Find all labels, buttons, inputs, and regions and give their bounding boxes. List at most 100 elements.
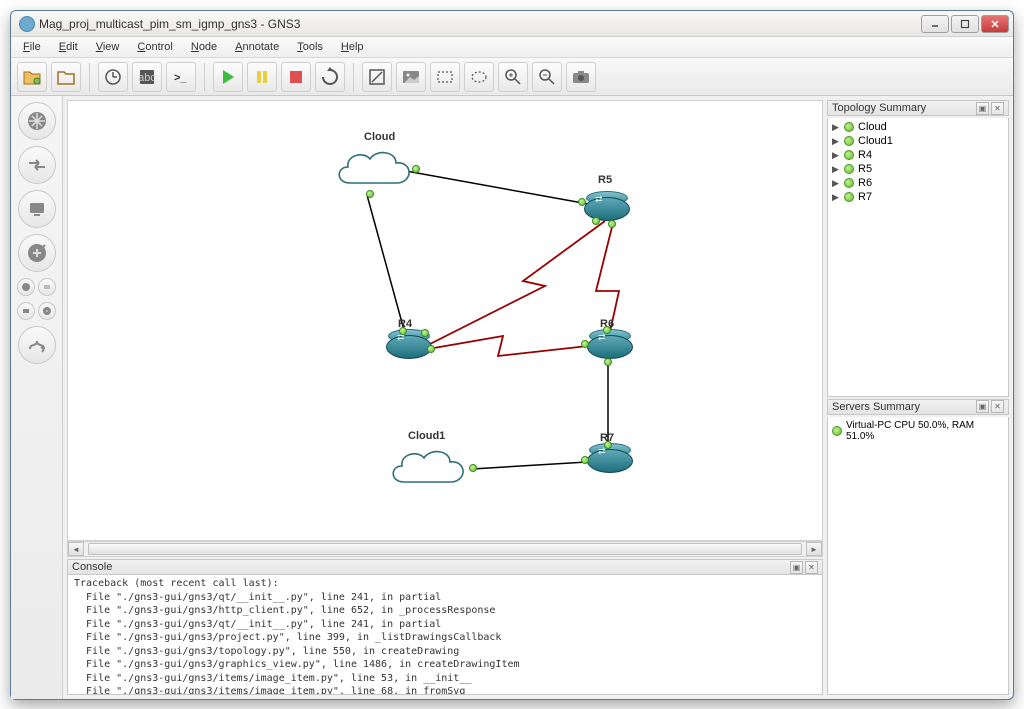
- port[interactable]: [581, 456, 589, 464]
- console-detach-button[interactable]: ▣: [790, 561, 803, 574]
- routers-category-button[interactable]: [18, 102, 56, 140]
- topology-item[interactable]: ▶ Cloud1: [830, 134, 1006, 148]
- node-r7[interactable]: ⇄: [587, 449, 633, 479]
- node-r5[interactable]: ⇄: [584, 197, 630, 227]
- svg-text:abc: abc: [138, 72, 156, 84]
- zoom-in-button[interactable]: [498, 62, 528, 92]
- annotate-ellipse-button[interactable]: [464, 62, 494, 92]
- topology-item-label: Cloud1: [858, 135, 893, 147]
- toolbar-separator: [204, 63, 205, 91]
- port[interactable]: [412, 165, 420, 173]
- console-panel-header[interactable]: Console ▣ ✕: [67, 559, 823, 575]
- port[interactable]: [603, 326, 611, 334]
- port[interactable]: [592, 217, 600, 225]
- toolbar-separator: [353, 63, 354, 91]
- start-all-button[interactable]: [213, 62, 243, 92]
- expand-icon[interactable]: ▶: [832, 136, 840, 147]
- console-output[interactable]: Traceback (most recent call last): File …: [67, 575, 823, 695]
- annotate-image-button[interactable]: [396, 62, 426, 92]
- menu-control[interactable]: Control: [129, 39, 180, 55]
- console-all-button[interactable]: >_: [166, 62, 196, 92]
- zoom-out-button[interactable]: [532, 62, 562, 92]
- console-title: Console: [72, 561, 790, 573]
- topology-close-button[interactable]: ✕: [991, 102, 1004, 115]
- all-devices-button-3[interactable]: [17, 302, 35, 320]
- port[interactable]: [578, 198, 586, 206]
- annotate-rect-button[interactable]: [430, 62, 460, 92]
- console-close-button[interactable]: ✕: [805, 561, 818, 574]
- port[interactable]: [366, 190, 374, 198]
- expand-icon[interactable]: ▶: [832, 178, 840, 189]
- app-window: Mag_proj_multicast_pim_sm_igmp_gns3 - GN…: [10, 10, 1014, 700]
- servers-panel-header[interactable]: Servers Summary ▣ ✕: [827, 399, 1009, 415]
- server-item[interactable]: Virtual-PC CPU 50.0%, RAM 51.0%: [830, 419, 1006, 443]
- topology-detach-button[interactable]: ▣: [976, 102, 989, 115]
- topology-item[interactable]: ▶Cloud: [830, 120, 1006, 134]
- port[interactable]: [608, 220, 616, 228]
- menubar: File Edit View Control Node Annotate Too…: [11, 37, 1013, 58]
- reload-all-button[interactable]: [315, 62, 345, 92]
- annotate-note-button[interactable]: [362, 62, 392, 92]
- menu-annotate[interactable]: Annotate: [227, 39, 287, 55]
- show-interfaces-button[interactable]: abc: [132, 62, 162, 92]
- menu-edit[interactable]: Edit: [51, 39, 86, 55]
- stop-all-button[interactable]: [281, 62, 311, 92]
- open-project-button[interactable]: [51, 62, 81, 92]
- maximize-button[interactable]: [951, 15, 979, 33]
- node-cloud[interactable]: [330, 145, 418, 195]
- node-label-cloud: Cloud: [364, 131, 395, 143]
- servers-close-button[interactable]: ✕: [991, 400, 1004, 413]
- pause-all-button[interactable]: [247, 62, 277, 92]
- app-icon: [19, 16, 35, 32]
- node-label-cloud1: Cloud1: [408, 430, 445, 442]
- topology-item[interactable]: ▶R6: [830, 176, 1006, 190]
- port[interactable]: [604, 441, 612, 449]
- port[interactable]: [399, 327, 407, 335]
- topology-canvas[interactable]: Cloud Cloud1 ⇄ R5 ⇄ R4 ⇄ R6: [67, 100, 823, 541]
- port[interactable]: [427, 345, 435, 353]
- screenshot-button[interactable]: [566, 62, 596, 92]
- menu-file[interactable]: File: [15, 39, 49, 55]
- expand-icon[interactable]: ▶: [832, 150, 840, 161]
- scroll-thumb[interactable]: [88, 543, 802, 555]
- scroll-right-arrow[interactable]: ►: [806, 542, 822, 556]
- end-devices-category-button[interactable]: [18, 190, 56, 228]
- snapshot-button[interactable]: [98, 62, 128, 92]
- close-button[interactable]: [981, 15, 1009, 33]
- expand-icon[interactable]: ▶: [832, 192, 840, 203]
- expand-icon[interactable]: ▶: [832, 164, 840, 175]
- scroll-left-arrow[interactable]: ◄: [68, 542, 84, 556]
- menu-help[interactable]: Help: [333, 39, 372, 55]
- new-project-button[interactable]: [17, 62, 47, 92]
- all-devices-button-1[interactable]: [17, 278, 35, 296]
- canvas-horizontal-scrollbar[interactable]: ◄ ►: [67, 541, 823, 557]
- minimize-button[interactable]: [921, 15, 949, 33]
- main-toolbar: abc >_: [11, 58, 1013, 96]
- topology-item[interactable]: ▶R7: [830, 190, 1006, 204]
- topology-panel-header[interactable]: Topology Summary ▣ ✕: [827, 100, 1009, 116]
- port[interactable]: [581, 340, 589, 348]
- topology-panel-title: Topology Summary: [832, 102, 976, 114]
- add-link-button[interactable]: [18, 326, 56, 364]
- node-cloud1[interactable]: [384, 444, 472, 494]
- titlebar[interactable]: Mag_proj_multicast_pim_sm_igmp_gns3 - GN…: [11, 11, 1013, 37]
- svg-text:>_: >_: [174, 72, 187, 84]
- port[interactable]: [469, 464, 477, 472]
- all-devices-button-4[interactable]: [38, 302, 56, 320]
- topology-item[interactable]: ▶ R4: [830, 148, 1006, 162]
- window-controls: [921, 15, 1009, 33]
- menu-tools[interactable]: Tools: [289, 39, 331, 55]
- port[interactable]: [421, 329, 429, 337]
- node-r4[interactable]: ⇄: [386, 335, 432, 365]
- expand-icon[interactable]: ▶: [832, 122, 840, 133]
- switches-category-button[interactable]: [18, 146, 56, 184]
- menu-view[interactable]: View: [88, 39, 128, 55]
- security-devices-category-button[interactable]: [18, 234, 56, 272]
- menu-node[interactable]: Node: [183, 39, 225, 55]
- port[interactable]: [604, 358, 612, 366]
- servers-detach-button[interactable]: ▣: [976, 400, 989, 413]
- topology-item-label: R4: [858, 149, 872, 161]
- status-dot-icon: [844, 192, 854, 202]
- topology-item[interactable]: ▶R5: [830, 162, 1006, 176]
- all-devices-button-2[interactable]: [38, 278, 56, 296]
